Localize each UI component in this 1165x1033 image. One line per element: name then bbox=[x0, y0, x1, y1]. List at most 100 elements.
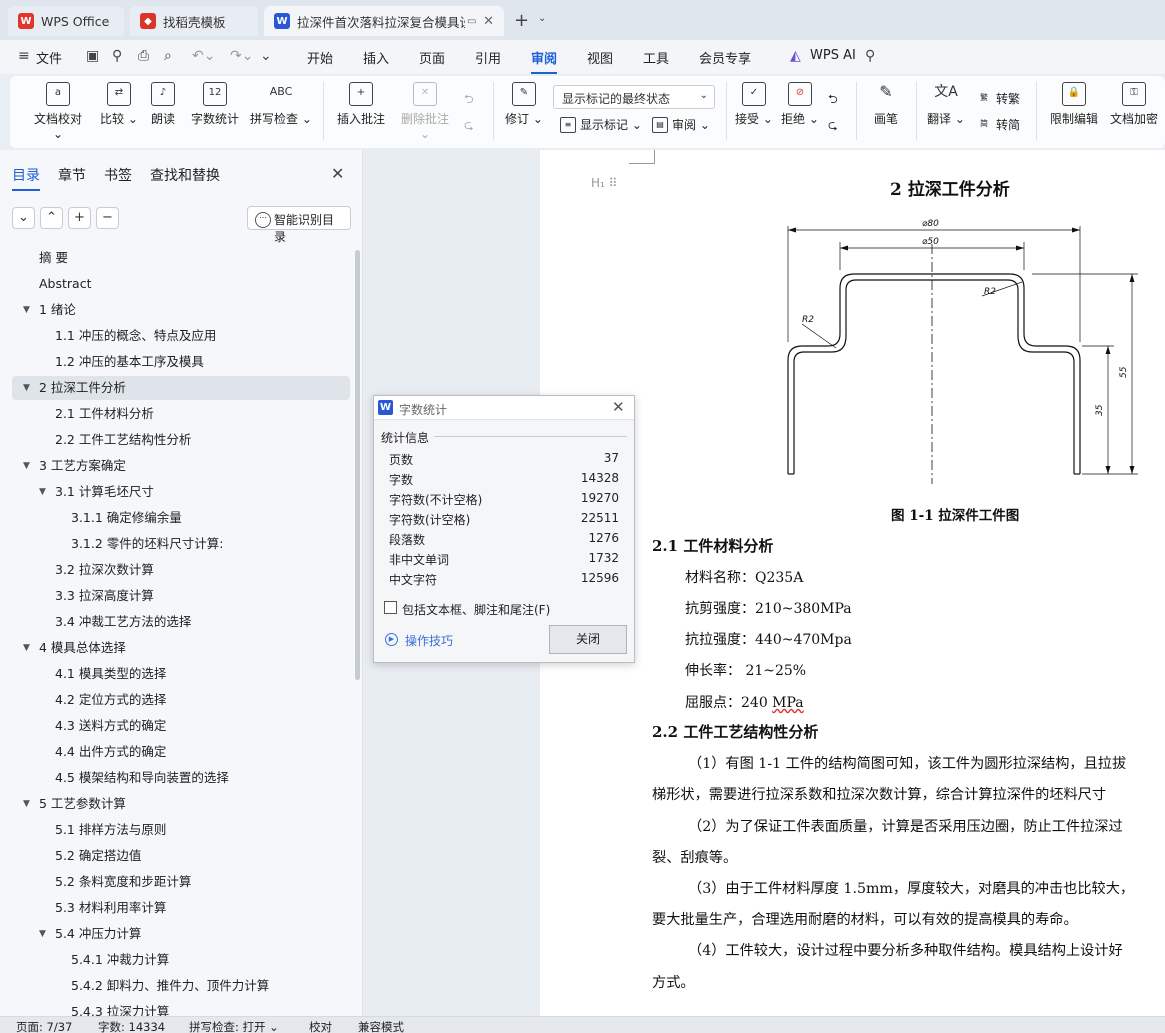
expand-toggle-icon[interactable]: ▼ bbox=[23, 298, 30, 322]
menu-view[interactable]: 视图 bbox=[587, 48, 613, 67]
monitor-icon[interactable]: ▭ bbox=[467, 16, 476, 27]
track-changes-button[interactable]: ✎ 修订 ⌄ bbox=[504, 82, 544, 127]
toc-item[interactable]: 3.1.2 零件的坯料尺寸计算: bbox=[12, 532, 350, 556]
toc-item[interactable]: 4.3 送料方式的确定 bbox=[12, 714, 350, 738]
accept-button[interactable]: ✓ 接受 ⌄ bbox=[734, 82, 774, 127]
doc-check-button[interactable]: a 文档校对 ⌄ bbox=[28, 82, 88, 141]
include-textbox-checkbox[interactable] bbox=[384, 601, 397, 614]
toc-item[interactable]: 5.4.1 冲裁力计算 bbox=[12, 948, 350, 972]
toc-item[interactable]: ▼ 4 模具总体选择 bbox=[12, 636, 350, 660]
expand-toggle-icon[interactable]: ▼ bbox=[23, 636, 30, 660]
ink-button[interactable]: ✎ 画笔 bbox=[868, 82, 904, 127]
hamburger-icon[interactable]: ≡ bbox=[18, 48, 30, 64]
menu-references[interactable]: 引用 bbox=[475, 48, 501, 67]
delete-comment-button[interactable]: ✕ 删除批注 ⌄ bbox=[395, 82, 455, 141]
tab-wps-office[interactable]: W WPS Office bbox=[8, 6, 124, 36]
redo-icon[interactable]: ↷⌄ bbox=[230, 48, 253, 64]
toc-item[interactable]: 摘 要 bbox=[12, 246, 350, 270]
add-heading-button[interactable]: + bbox=[68, 207, 91, 229]
menu-wps-ai[interactable]: WPS AI bbox=[810, 48, 856, 63]
expand-toggle-icon[interactable]: ▼ bbox=[39, 922, 46, 946]
insert-comment-button[interactable]: + 插入批注 bbox=[336, 82, 386, 127]
nav-tab-chapters[interactable]: 章节 bbox=[58, 165, 86, 185]
toc-item[interactable]: 4.5 模架结构和导向装置的选择 bbox=[12, 766, 350, 790]
compare-button[interactable]: ⇄ 比较 ⌄ bbox=[98, 82, 140, 127]
page-indicator[interactable]: 页面: 7/37 bbox=[16, 1019, 72, 1033]
toc-item[interactable]: 4.2 定位方式的选择 bbox=[12, 688, 350, 712]
toc-item[interactable]: 3.3 拉深高度计算 bbox=[12, 584, 350, 608]
expand-toggle-icon[interactable]: ▼ bbox=[23, 454, 30, 478]
tips-link[interactable]: 操作技巧 bbox=[405, 632, 453, 649]
search-icon[interactable]: ⚲ bbox=[865, 48, 875, 64]
spelling-flag[interactable]: MPa bbox=[772, 695, 803, 711]
toc-item[interactable]: 2.2 工件工艺结构性分析 bbox=[12, 428, 350, 452]
remove-heading-button[interactable]: − bbox=[96, 207, 119, 229]
tab-docer-templates[interactable]: ◆ 找稻壳模板 bbox=[130, 6, 258, 36]
toc-item[interactable]: 2.1 工件材料分析 bbox=[12, 402, 350, 426]
toc-item[interactable]: ▼ 2 拉深工件分析 bbox=[12, 376, 350, 400]
nav-tab-toc[interactable]: 目录 bbox=[12, 165, 40, 191]
toc-item[interactable]: 1.2 冲压的基本工序及模具 bbox=[12, 350, 350, 374]
play-icon[interactable]: ▶ bbox=[385, 633, 398, 646]
toc-item[interactable]: 5.1 排样方法与原则 bbox=[12, 818, 350, 842]
menu-member[interactable]: 会员专享 bbox=[699, 48, 751, 67]
toc-item[interactable]: 5.2 确定搭边值 bbox=[12, 844, 350, 868]
to-traditional-button[interactable]: 繁 转繁 bbox=[976, 90, 1020, 107]
toc-item[interactable]: 1.1 冲压的概念、特点及应用 bbox=[12, 324, 350, 348]
menu-home[interactable]: 开始 bbox=[307, 48, 333, 67]
word-count-button[interactable]: 12 字数统计 bbox=[190, 82, 240, 127]
toc-item[interactable]: 5.3 材料利用率计算 bbox=[12, 896, 350, 920]
toc-item[interactable]: Abstract bbox=[12, 272, 350, 296]
markup-state-select[interactable]: 显示标记的最终状态 ⌄ bbox=[553, 85, 715, 109]
toc-item[interactable]: 5.4.2 卸料力、推件力、顶件力计算 bbox=[12, 974, 350, 998]
toc-item[interactable]: ▼ 5 工艺参数计算 bbox=[12, 792, 350, 816]
close-icon[interactable]: ✕ bbox=[331, 164, 344, 183]
print-preview-icon[interactable]: ⌕ bbox=[164, 48, 172, 64]
expand-toggle-icon[interactable]: ▼ bbox=[23, 376, 30, 400]
print-icon[interactable]: ⎙ bbox=[138, 48, 149, 64]
nav-tab-bookmarks[interactable]: 书签 bbox=[104, 165, 132, 185]
undo-icon[interactable]: ↶⌄ bbox=[192, 48, 215, 64]
prev-change-icon[interactable]: ⮌ bbox=[828, 90, 838, 111]
include-textbox-label[interactable]: 包括文本框、脚注和尾注(F) bbox=[402, 601, 550, 618]
spell-check-indicator[interactable]: 拼写检查: 打开 ⌄ bbox=[189, 1019, 279, 1033]
menu-page[interactable]: 页面 bbox=[419, 48, 445, 67]
to-simplified-button[interactable]: 简 转简 bbox=[976, 116, 1020, 133]
heading-drag-handle[interactable]: H₁ ⠿ bbox=[591, 176, 617, 190]
close-icon[interactable]: ✕ bbox=[612, 398, 625, 416]
tab-document[interactable]: W 拉深件首次落料拉深复合模具设计 ▭ ✕ bbox=[264, 6, 504, 36]
word-count-indicator[interactable]: 字数: 14334 bbox=[98, 1019, 165, 1033]
toc-item[interactable]: 3.2 拉深次数计算 bbox=[12, 558, 350, 582]
toc-item[interactable]: 5.2 条料宽度和步距计算 bbox=[12, 870, 350, 894]
close-tab-icon[interactable]: ✕ bbox=[483, 14, 494, 29]
close-button[interactable]: 关闭 bbox=[549, 625, 627, 654]
toc-item[interactable]: 4.4 出件方式的确定 bbox=[12, 740, 350, 764]
new-tab-icon[interactable]: + bbox=[514, 10, 529, 31]
wps-ai-icon[interactable]: ◭ bbox=[790, 48, 801, 64]
toc-item[interactable]: ▼ 3.1 计算毛坯尺寸 bbox=[12, 480, 350, 504]
expand-down-button[interactable]: ⌄ bbox=[12, 207, 35, 229]
toc-item[interactable]: ▼ 3 工艺方案确定 bbox=[12, 454, 350, 478]
chevron-down-icon[interactable]: ⌄ bbox=[538, 13, 546, 24]
toc-item[interactable]: 3.4 冲裁工艺方法的选择 bbox=[12, 610, 350, 634]
save-icon[interactable]: ▣ bbox=[86, 48, 99, 64]
translate-button[interactable]: 文A 翻译 ⌄ bbox=[926, 82, 966, 127]
restrict-edit-button[interactable]: 🔒 限制编辑 bbox=[1046, 82, 1102, 127]
encrypt-button[interactable]: ⚿ 文档加密 bbox=[1108, 82, 1160, 127]
menu-tools[interactable]: 工具 bbox=[643, 48, 669, 67]
dialog-titlebar[interactable]: W 字数统计 ✕ bbox=[374, 396, 634, 420]
share-icon[interactable]: ⚲ bbox=[112, 48, 122, 64]
menu-review[interactable]: 审阅 bbox=[531, 48, 558, 74]
toc-item[interactable]: 3.1.1 确定修编余量 bbox=[12, 506, 350, 530]
collapse-up-button[interactable]: ⌃ bbox=[40, 207, 63, 229]
reject-button[interactable]: ⊘ 拒绝 ⌄ bbox=[780, 82, 820, 127]
toc-item[interactable]: ▼ 5.4 冲压力计算 bbox=[12, 922, 350, 946]
menu-file[interactable]: 文件 bbox=[36, 48, 62, 67]
spell-check-button[interactable]: ABC 拼写检查 ⌄ bbox=[250, 82, 312, 127]
review-pane-button[interactable]: ▤ 审阅 ⌄ bbox=[652, 116, 710, 133]
smart-toc-button[interactable]: 智能识别目录 bbox=[247, 206, 351, 244]
show-markup-button[interactable]: ≡ 显示标记 ⌄ bbox=[560, 116, 642, 133]
menu-insert[interactable]: 插入 bbox=[363, 48, 389, 67]
expand-toggle-icon[interactable]: ▼ bbox=[23, 792, 30, 816]
nav-scrollbar[interactable] bbox=[355, 250, 360, 680]
